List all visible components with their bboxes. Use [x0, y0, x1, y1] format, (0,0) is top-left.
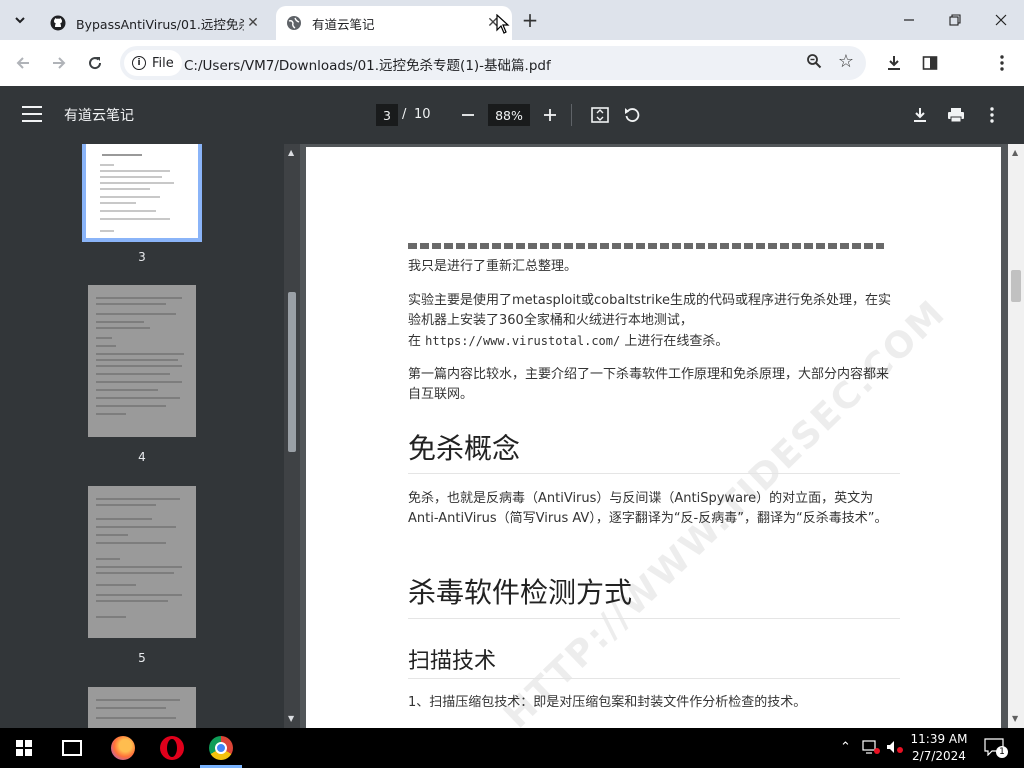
paragraph: 我只是进行了重新汇总整理。 — [408, 259, 578, 274]
zoom-out-icon[interactable] — [456, 103, 480, 127]
file-badge: File — [152, 55, 174, 71]
info-icon: i — [132, 56, 146, 70]
more-icon[interactable] — [980, 103, 1004, 127]
paragraph: 1、扫描压缩包技术：即是对压缩包案和封装文件作分析检查的技术。 — [408, 695, 807, 710]
pdf-toolbar: 有道云笔记 3 / 10 88% — [0, 86, 1024, 144]
minimize-icon[interactable] — [886, 6, 932, 34]
scroll-down-icon[interactable]: ▼ — [1012, 714, 1018, 723]
restore-icon[interactable] — [932, 6, 978, 34]
text: 上进行在线查杀。 — [624, 334, 729, 349]
star-icon[interactable]: ☆ — [838, 51, 854, 72]
network-icon[interactable] — [862, 740, 880, 758]
thumbnail-page-6[interactable] — [88, 687, 196, 728]
url-text[interactable]: C:/Users/VM7/Downloads/01.远控免杀专题(1)-基础篇.… — [184, 54, 551, 74]
text: 在 — [408, 334, 422, 349]
zoom-in-icon[interactable] — [538, 103, 562, 127]
thumbnail-label: 5 — [138, 651, 146, 665]
page-total: 10 — [414, 107, 431, 122]
tab-strip: BypassAntiVirus/01.远控免杀专 ✕ 有道云笔记 ✕ + — [0, 0, 1024, 40]
page-number-input[interactable]: 3 — [376, 104, 398, 126]
new-tab-button[interactable]: + — [520, 8, 540, 32]
paragraph: 第一篇内容比较水，主要介绍了一下杀毒软件工作原理和免杀原理，大部分内容都来自互联… — [408, 367, 890, 402]
close-icon[interactable]: ✕ — [244, 14, 262, 32]
more-icon[interactable] — [989, 50, 1015, 76]
divider — [408, 618, 900, 619]
close-window-icon[interactable] — [978, 6, 1024, 34]
menu-icon[interactable] — [22, 106, 42, 122]
site-info-button[interactable]: i File — [124, 50, 182, 76]
pdf-title: 有道云笔记 — [64, 108, 134, 124]
tab-youdao[interactable]: 有道云笔记 ✕ — [276, 6, 512, 40]
tab-bypassantivirus[interactable]: BypassAntiVirus/01.远控免杀专 ✕ — [40, 6, 272, 40]
chevron-up-icon[interactable]: ⌃ — [840, 740, 851, 755]
tab-title: 有道云笔记 — [312, 16, 375, 32]
forward-icon[interactable] — [46, 50, 72, 76]
opera-icon[interactable] — [160, 736, 184, 760]
paragraph: 实验主要是使用了metasploit或cobaltstrike生成的代码或程序进… — [408, 293, 891, 328]
back-icon[interactable] — [10, 50, 36, 76]
thumbnail-sidebar: 3 4 5 — [0, 144, 284, 728]
address-bar[interactable]: i File C:/Users/VM7/Downloads/01.远控免杀专题(… — [120, 46, 866, 80]
heading-detection: 杀毒软件检测方式 — [408, 576, 633, 609]
rotate-icon[interactable] — [620, 103, 644, 127]
sidebar-scrollbar-thumb[interactable] — [288, 292, 296, 452]
download-icon[interactable] — [908, 103, 932, 127]
thumbnail-label: 3 — [138, 250, 146, 264]
divider — [408, 473, 900, 474]
fit-page-icon[interactable] — [588, 103, 612, 127]
notification-badge: 1 — [996, 746, 1008, 758]
thumbnail-page-3[interactable] — [82, 144, 202, 242]
pdf-page: HTTP://WWW.TIDESEC.COM 我只是进行了重新汇总整理。 实验主… — [306, 147, 1001, 728]
page-separator: / — [402, 107, 407, 122]
download-icon[interactable] — [881, 50, 907, 76]
divider — [408, 678, 900, 679]
scroll-up-icon[interactable]: ▲ — [288, 148, 294, 157]
toolbar-divider — [571, 104, 572, 126]
tab-title: BypassAntiVirus/01.远控免杀专 — [76, 16, 244, 32]
browser-toolbar: i File C:/Users/VM7/Downloads/01.远控免杀专题(… — [0, 40, 1024, 116]
thumbnail-page-5[interactable] — [88, 486, 196, 638]
print-icon[interactable] — [944, 103, 968, 127]
reload-icon[interactable] — [82, 50, 108, 76]
zoom-input[interactable]: 88% — [488, 104, 530, 126]
thumbnail-page-4[interactable] — [88, 285, 196, 437]
inline-code: https://www.virustotal.com/ — [425, 334, 621, 348]
taskbar: ⌃ 11:39 AM 2/7/2024 1 — [0, 728, 1024, 768]
zoom-icon[interactable] — [806, 53, 822, 73]
volume-muted-icon[interactable] — [886, 740, 904, 758]
tab-search-icon[interactable] — [8, 8, 32, 32]
paragraph-link-line: 在 https://www.virustotal.com/ 上进行在线查杀。 — [408, 331, 898, 352]
mouse-cursor-icon — [496, 14, 510, 34]
windows-start-icon[interactable] — [16, 740, 32, 756]
heading-concept: 免杀概念 — [408, 432, 521, 465]
paragraph: 免杀，也就是反病毒（AntiVirus）与反间谍（AntiSpyware）的对立… — [408, 491, 888, 526]
page-scrollbar-thumb[interactable] — [1011, 270, 1021, 302]
firefox-icon[interactable] — [111, 736, 135, 760]
github-icon — [50, 15, 66, 31]
clock-date[interactable]: 2/7/2024 — [906, 749, 972, 763]
page-scrollbar[interactable] — [1008, 144, 1024, 728]
globe-icon — [286, 15, 302, 31]
clock-time[interactable]: 11:39 AM — [906, 732, 972, 746]
clipped-line — [408, 243, 884, 249]
thumbnail-label: 4 — [138, 450, 146, 464]
side-panel-icon[interactable] — [917, 50, 943, 76]
task-view-icon[interactable] — [62, 740, 82, 756]
chrome-icon[interactable] — [209, 736, 233, 760]
scroll-down-icon[interactable]: ▼ — [288, 714, 294, 723]
scroll-up-icon[interactable]: ▲ — [1012, 148, 1018, 157]
heading-scan: 扫描技术 — [408, 649, 497, 674]
